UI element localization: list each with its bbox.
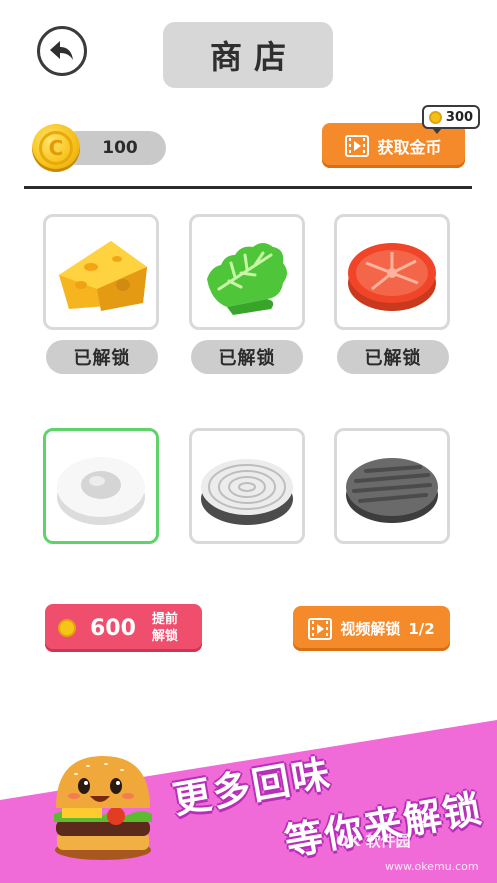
divider bbox=[24, 186, 472, 189]
watermark: OK 软件园 bbox=[336, 832, 411, 850]
burger-mascot-icon bbox=[54, 756, 152, 860]
item-card-onion[interactable] bbox=[189, 428, 305, 544]
unlocked-status-tomato: 已解锁 bbox=[337, 340, 449, 374]
onion-slice-icon bbox=[201, 459, 293, 525]
burger-patty-icon bbox=[346, 458, 438, 523]
unlock-early-label: 提前 解锁 bbox=[150, 611, 180, 645]
cheese-icon bbox=[59, 241, 147, 311]
item-card-lettuce[interactable] bbox=[189, 214, 305, 330]
tomato-slice-icon bbox=[348, 243, 436, 311]
fried-egg-icon bbox=[57, 457, 145, 525]
item-card-tomato[interactable] bbox=[334, 214, 450, 330]
get-coins-label: 获取金币 bbox=[377, 137, 442, 157]
gold-coin-icon: C bbox=[32, 124, 80, 172]
item-card-egg[interactable] bbox=[43, 428, 159, 544]
video-film-icon bbox=[308, 617, 333, 640]
item-card-cheese[interactable] bbox=[43, 214, 159, 330]
coin-balance-value: 100 bbox=[102, 138, 138, 158]
unlocked-status-lettuce: 已解锁 bbox=[191, 340, 303, 374]
small-coin-icon bbox=[428, 110, 442, 124]
buy-early-unlock-button[interactable]: 600 提前 解锁 bbox=[45, 604, 202, 652]
unlock-early-label-line1: 提前 bbox=[151, 612, 178, 627]
item-card-patty[interactable] bbox=[334, 428, 450, 544]
video-unlock-progress: 1/2 bbox=[408, 619, 435, 638]
lettuce-icon bbox=[207, 243, 287, 315]
unlock-price: 600 bbox=[90, 615, 136, 641]
video-unlock-button[interactable]: 视频解锁 1/2 bbox=[293, 606, 450, 651]
back-button[interactable] bbox=[37, 26, 87, 76]
video-unlock-label: 视频解锁 bbox=[340, 620, 401, 638]
watermark-url: www.okemu.com bbox=[385, 860, 479, 873]
unlocked-status-cheese: 已解锁 bbox=[46, 340, 158, 374]
unlock-early-label-line2: 解锁 bbox=[151, 629, 178, 644]
back-arrow-icon bbox=[50, 41, 73, 60]
page-title: 商店 bbox=[163, 22, 333, 88]
coin-icon bbox=[58, 619, 76, 637]
get-coins-button[interactable]: 获取金币 bbox=[322, 123, 465, 168]
reward-amount: 300 bbox=[445, 109, 474, 125]
video-film-icon bbox=[345, 134, 370, 157]
reward-badge: 300 bbox=[422, 105, 480, 134]
